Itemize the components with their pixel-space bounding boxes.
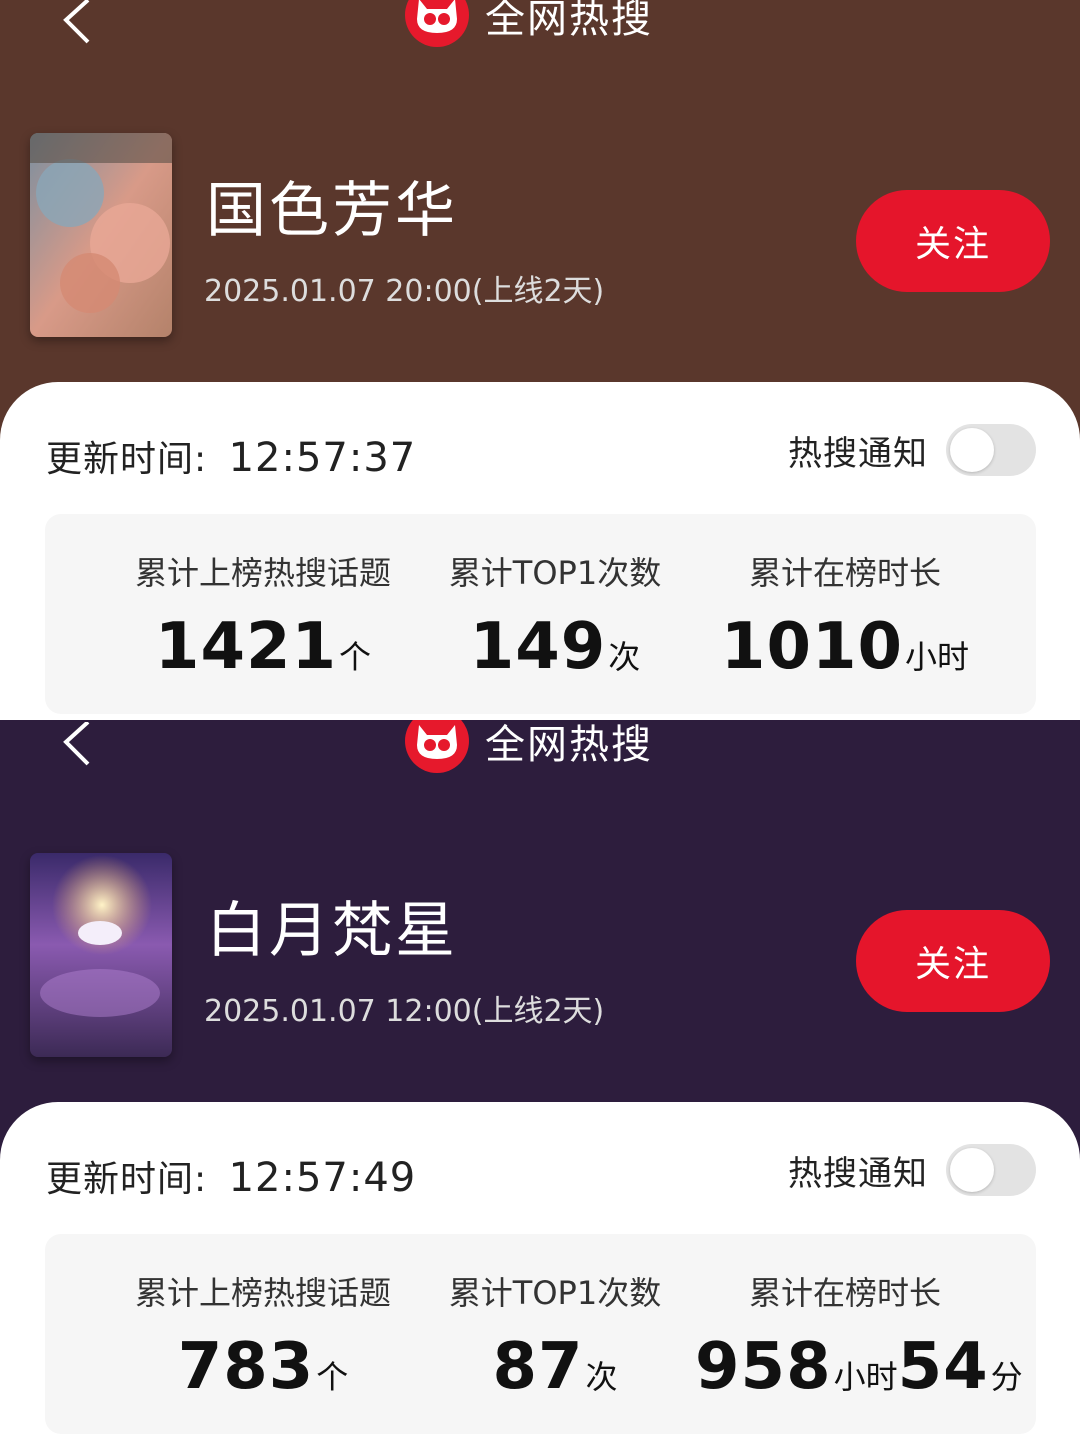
- update-time-value: 12:57:49: [228, 1155, 417, 1201]
- stat-number: 958: [695, 1330, 832, 1404]
- update-time-row: 更新时间: 12:57:37: [46, 430, 416, 482]
- hot-search-notify: 热搜通知: [788, 1144, 1036, 1196]
- stat-number: 1421: [154, 610, 338, 684]
- cat-logo-icon: [405, 720, 469, 773]
- stats-card: 更新时间: 12:57:49 热搜通知 累计上榜热搜话题 783个 累计TOP1…: [0, 1102, 1080, 1440]
- drama-title: 白月梵星: [206, 896, 458, 966]
- release-info: 2025.01.07 12:00(上线2天): [204, 994, 605, 1029]
- toggle-knob: [950, 1148, 994, 1192]
- stat-label: 累计上榜热搜话题: [134, 1274, 391, 1312]
- follow-button[interactable]: 关注: [856, 190, 1050, 292]
- stats-card: 更新时间: 12:57:37 热搜通知 累计上榜热搜话题 1421个 累计TOP…: [0, 382, 1080, 720]
- drama-panel-2: 全网热搜 白月梵星 2025.01.07 12:00(上线2天) 关注 更新时间…: [0, 720, 1080, 1440]
- stat-number: 783: [177, 1330, 315, 1404]
- stat-number: 87: [492, 1330, 584, 1404]
- stat-number: 149: [469, 610, 607, 684]
- notify-toggle[interactable]: [946, 1144, 1036, 1196]
- update-time-label: 更新时间:: [46, 439, 208, 480]
- release-info: 2025.01.07 20:00(上线2天): [204, 274, 605, 309]
- update-time-value: 12:57:37: [228, 435, 417, 481]
- stat-label: 累计在榜时长: [748, 1274, 941, 1312]
- stat-number: 1010: [720, 610, 904, 684]
- notify-label: 热搜通知: [788, 1153, 928, 1194]
- update-time-label: 更新时间:: [46, 1159, 208, 1200]
- stat-topics: 累计上榜热搜话题 783个: [103, 1268, 423, 1404]
- follow-button[interactable]: 关注: [856, 910, 1050, 1012]
- stats-box: 累计上榜热搜话题 1421个 累计TOP1次数 149次 累计在榜时长 1010…: [45, 514, 1036, 714]
- drama-title: 国色芳华: [206, 176, 458, 246]
- stat-number-minutes: 54: [897, 1330, 989, 1404]
- drama-panel-1: 全网热搜 国色芳华 2025.01.07 20:00(上线2天) 关注 更新时间…: [0, 0, 1080, 720]
- stat-top1: 累计TOP1次数 87次: [435, 1268, 675, 1404]
- notify-toggle[interactable]: [946, 424, 1036, 476]
- stat-label: 累计上榜热搜话题: [134, 554, 391, 592]
- cat-logo-icon: [405, 0, 469, 47]
- stat-unit: 次: [608, 638, 641, 676]
- stat-topics: 累计上榜热搜话题 1421个: [103, 548, 423, 684]
- stat-unit: 次: [585, 1358, 618, 1396]
- stat-duration: 累计在榜时长 958小时54分: [695, 1268, 1023, 1404]
- notify-label: 热搜通知: [788, 433, 928, 474]
- stat-unit: 个: [316, 1358, 349, 1396]
- stat-label: 累计在榜时长: [748, 554, 941, 592]
- back-arrow-icon[interactable]: [58, 0, 98, 44]
- stat-duration: 累计在榜时长 1010小时: [695, 548, 995, 684]
- stat-label: 累计TOP1次数: [448, 554, 662, 592]
- toggle-knob: [950, 428, 994, 472]
- stat-unit-minutes: 分: [990, 1358, 1023, 1396]
- stat-top1: 累计TOP1次数 149次: [435, 548, 675, 684]
- drama-poster-image[interactable]: [30, 133, 172, 337]
- stat-unit: 小时: [905, 638, 970, 676]
- header-title: 全网热搜: [485, 722, 653, 768]
- drama-poster-image[interactable]: [30, 853, 172, 1057]
- back-arrow-icon[interactable]: [58, 722, 98, 766]
- hot-search-notify: 热搜通知: [788, 424, 1036, 476]
- header-title: 全网热搜: [485, 0, 653, 42]
- stats-box: 累计上榜热搜话题 783个 累计TOP1次数 87次 累计在榜时长 958小时5…: [45, 1234, 1036, 1434]
- header-brand: 全网热搜: [405, 720, 653, 774]
- update-time-row: 更新时间: 12:57:49: [46, 1150, 416, 1202]
- stat-unit: 个: [339, 638, 372, 676]
- stat-label: 累计TOP1次数: [448, 1274, 662, 1312]
- header-brand: 全网热搜: [405, 0, 653, 48]
- stat-unit: 小时: [833, 1358, 898, 1396]
